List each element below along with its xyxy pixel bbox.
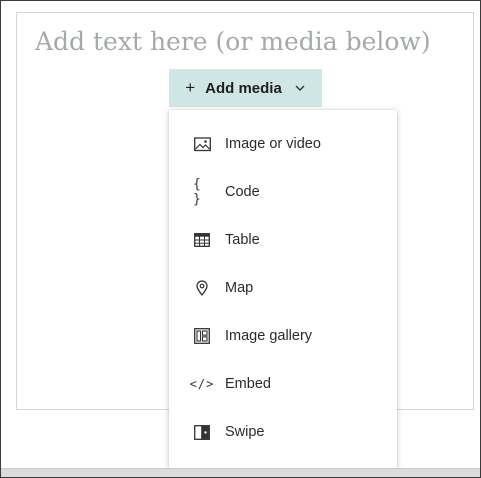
menu-item-label: Swipe (225, 424, 265, 440)
menu-item-label: Table (225, 232, 260, 248)
add-media-menu: Image or video { } Code Table Map Image … (169, 110, 397, 468)
menu-item-label: Image or video (225, 136, 321, 152)
menu-item-label: Code (225, 184, 260, 200)
menu-item-image-gallery[interactable]: Image gallery (169, 312, 397, 360)
gallery-icon (193, 327, 211, 345)
embed-icon: </> (189, 377, 215, 391)
text-placeholder[interactable]: Add text here (or media below) (35, 27, 431, 56)
bottom-scroll-bar (1, 468, 480, 477)
menu-item-code[interactable]: { } Code (169, 168, 397, 216)
image-icon (193, 135, 211, 153)
plus-icon: + (185, 78, 196, 97)
add-media-button[interactable]: + Add media (169, 69, 322, 107)
menu-item-label: Map (225, 280, 254, 296)
menu-item-label: Image gallery (225, 328, 313, 344)
menu-item-swipe[interactable]: Swipe (169, 408, 397, 456)
menu-item-embed[interactable]: </> Embed (169, 360, 397, 408)
menu-item-label: Embed (225, 376, 271, 392)
map-pin-icon (193, 279, 211, 297)
menu-item-image-or-video[interactable]: Image or video (169, 120, 397, 168)
table-icon (193, 231, 211, 249)
add-media-label: Add media (205, 79, 282, 97)
menu-item-map[interactable]: Map (169, 264, 397, 312)
chevron-down-icon (294, 82, 306, 94)
menu-item-table[interactable]: Table (169, 216, 397, 264)
code-braces-icon: { } (193, 177, 202, 207)
swipe-icon (193, 423, 211, 441)
